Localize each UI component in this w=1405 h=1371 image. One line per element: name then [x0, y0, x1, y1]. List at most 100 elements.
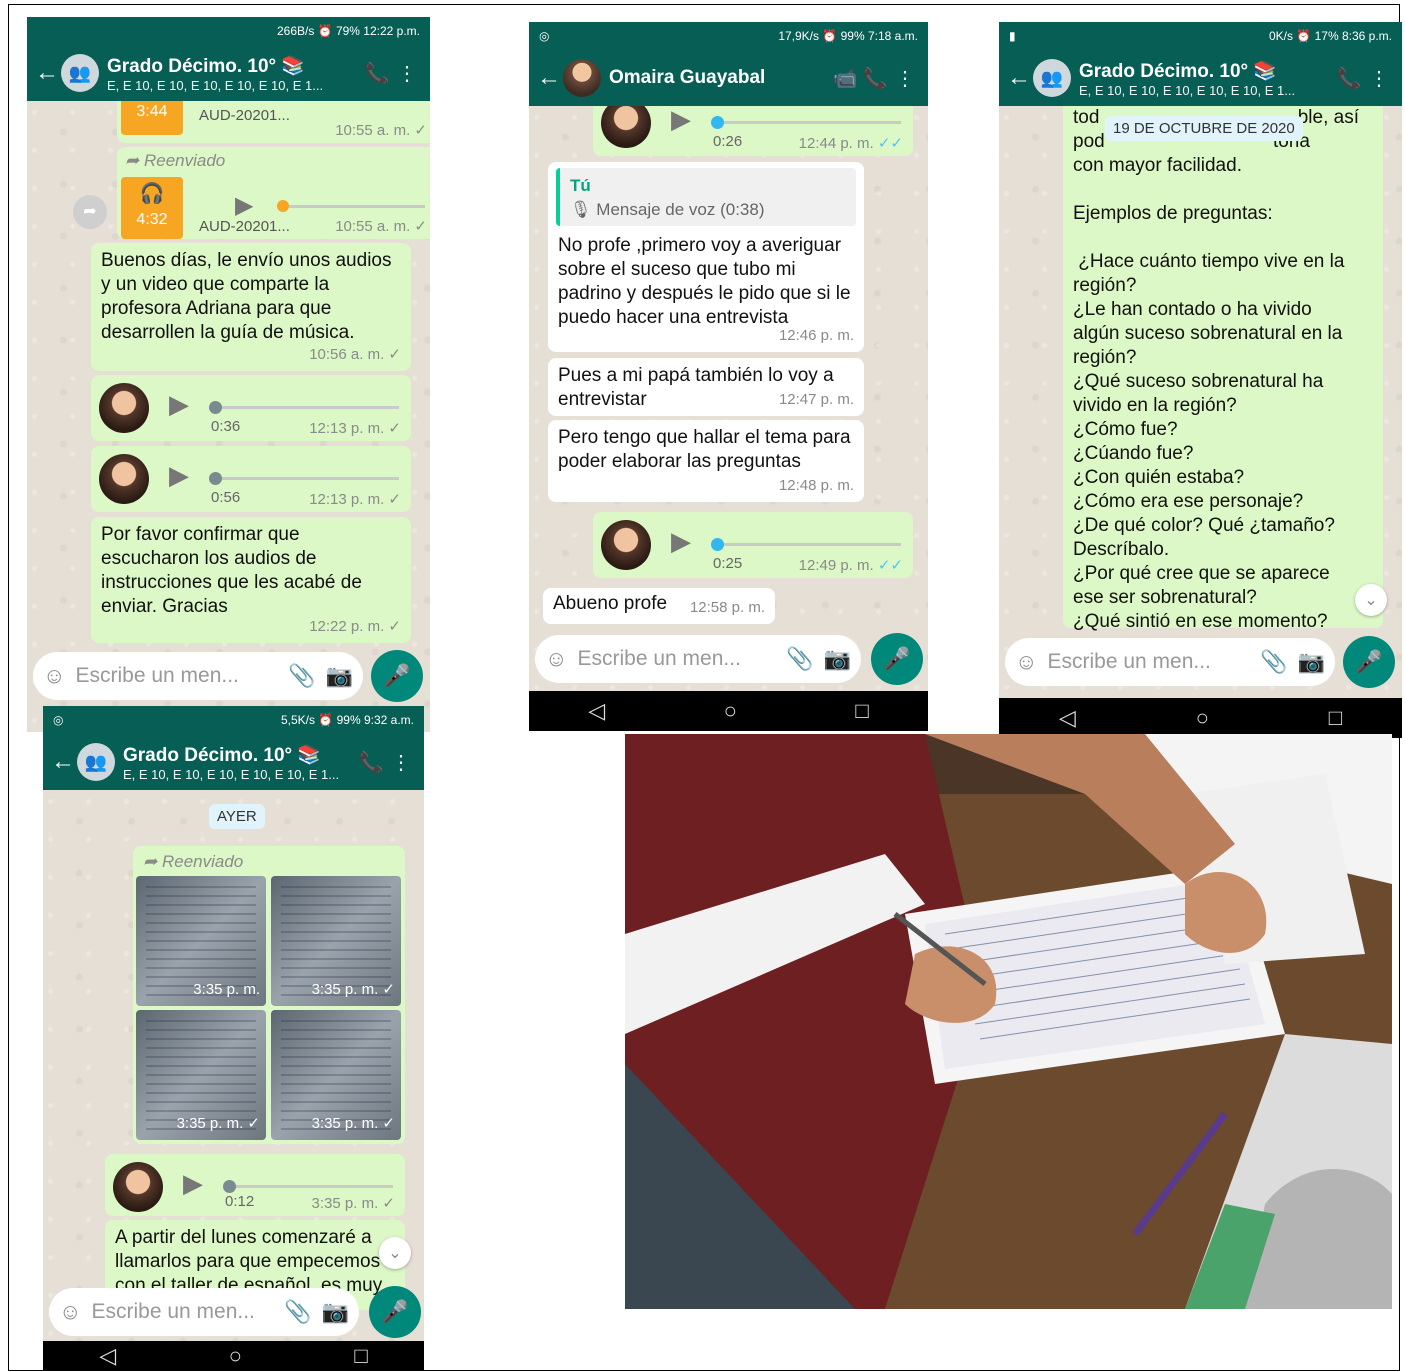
voice-progress-dot[interactable]	[223, 1180, 236, 1193]
voice-message[interactable]: ▶ 0:25 12:49 p. m. ✓✓	[593, 512, 913, 578]
audio-progress-track[interactable]	[289, 205, 425, 208]
chat-area[interactable]: AYER ➦ Reenviado 3:35 p. m. 3:35 p. m. ✓…	[43, 790, 424, 1341]
chat-title[interactable]: Omaira Guayabal	[609, 67, 830, 89]
back-arrow-icon[interactable]: ←	[35, 59, 59, 87]
nav-home-icon[interactable]: ○	[229, 1343, 242, 1369]
emoji-icon[interactable]: ☺	[545, 646, 567, 672]
back-arrow-icon[interactable]: ←	[1007, 64, 1031, 92]
chat-subtitle[interactable]: E, E 10, E 10, E 10, E 10, E 10, E 1...	[1079, 83, 1334, 98]
add-call-icon[interactable]: 📞	[1334, 66, 1364, 91]
chat-area[interactable]: ▶ 0:26 12:44 p. m. ✓✓ Tú 🎙 Mensaje de vo…	[529, 106, 928, 693]
voice-progress-track[interactable]	[225, 1185, 393, 1188]
play-icon[interactable]: ▶	[169, 389, 189, 420]
chat-header[interactable]: ← 👥 Grado Décimo. 10° 📚 E, E 10, E 10, E…	[999, 50, 1402, 106]
emoji-icon[interactable]: ☺	[43, 663, 65, 689]
photo-thumbnail[interactable]: 3:35 p. m. ✓	[271, 876, 401, 1006]
more-options-icon[interactable]: ⋮	[890, 66, 920, 91]
nav-home-icon[interactable]: ○	[724, 698, 737, 724]
photo-thumbnail[interactable]: 3:35 p. m. ✓	[271, 1010, 401, 1140]
scroll-down-icon[interactable]: ⌄	[379, 1237, 411, 1269]
back-arrow-icon[interactable]: ←	[51, 748, 75, 776]
voice-progress-dot[interactable]	[209, 401, 222, 414]
text-message[interactable]: Pues a mi papá también lo voy a entrevis…	[548, 358, 864, 416]
chat-title[interactable]: Grado Décimo. 10° 📚	[1079, 59, 1334, 83]
voice-call-icon[interactable]: 📞	[860, 66, 890, 91]
message-input-bar[interactable]: ☺ Escribe un men... 📎 📷	[1005, 638, 1335, 686]
attach-icon[interactable]: 📎	[284, 1299, 311, 1325]
nav-recents-icon[interactable]: □	[1329, 705, 1342, 731]
audio-progress-dot[interactable]	[277, 200, 289, 212]
text-message[interactable]: Abueno profe 12:58 p. m.	[543, 588, 775, 624]
more-options-icon[interactable]: ⋮	[392, 61, 422, 86]
chat-title[interactable]: Grado Décimo. 10° 📚	[123, 743, 356, 767]
play-icon[interactable]: ▶	[671, 106, 691, 135]
forwarded-audio-file-message[interactable]: ➦ Reenviado 🎧 4:32 ▶ AUD-20201... 10:55 a…	[117, 147, 430, 239]
nav-back-icon[interactable]: ◁	[588, 698, 605, 724]
back-arrow-icon[interactable]: ←	[537, 64, 561, 92]
message-input-bar[interactable]: ☺ Escribe un men... 📎 📷	[535, 635, 861, 683]
play-icon[interactable]: ▶	[235, 191, 253, 220]
camera-icon[interactable]: 📷	[322, 1299, 349, 1325]
photo-thumbnail[interactable]: 3:35 p. m.	[136, 876, 266, 1006]
photo-thumbnail[interactable]: 3:35 p. m. ✓	[136, 1010, 266, 1140]
chat-area[interactable]: tod ble, así pod toria con mayor facilidad…	[999, 106, 1402, 698]
mic-button[interactable]: 🎤	[1343, 636, 1395, 688]
nav-back-icon[interactable]: ◁	[99, 1343, 116, 1369]
scroll-down-icon[interactable]: ⌄	[1355, 584, 1387, 616]
voice-progress-dot[interactable]	[209, 472, 222, 485]
message-input[interactable]: Escribe un men...	[1047, 650, 1250, 674]
group-avatar-icon[interactable]: 👥	[77, 743, 115, 781]
add-call-icon[interactable]: 📞	[356, 750, 386, 775]
voice-message[interactable]: ▶ 0:36 12:13 p. m. ✓	[91, 375, 411, 441]
mic-button[interactable]: 🎤	[371, 650, 423, 702]
nav-recents-icon[interactable]: □	[354, 1343, 367, 1369]
voice-progress-track[interactable]	[713, 543, 901, 546]
message-input[interactable]: Escribe un men...	[577, 647, 776, 671]
emoji-icon[interactable]: ☺	[1015, 649, 1037, 675]
voice-message[interactable]: ▶ 0:26 12:44 p. m. ✓✓	[593, 106, 913, 156]
chat-header[interactable]: ← 👥 Grado Décimo. 10° 📚 E, E 10, E 10, E…	[27, 45, 430, 101]
chat-header[interactable]: ← Omaira Guayabal 📹 📞 ⋮	[529, 50, 928, 106]
reply-message[interactable]: Tú 🎙 Mensaje de voz (0:38) No profe ,pri…	[548, 162, 864, 352]
nav-home-icon[interactable]: ○	[1196, 705, 1209, 731]
text-message[interactable]: Por favor confirmar que escucharon los a…	[91, 517, 411, 643]
forward-share-icon[interactable]: ➦	[73, 195, 107, 229]
attach-icon[interactable]: 📎	[1260, 649, 1287, 675]
play-icon[interactable]: ▶	[183, 1168, 203, 1199]
video-call-icon[interactable]: 📹	[830, 66, 860, 91]
text-message[interactable]: Buenos días, le envío unos audios y un v…	[91, 243, 411, 371]
audio-file-message[interactable]: 3:44 AUD-20201... 10:55 a. m. ✓	[117, 101, 430, 143]
text-message[interactable]: Pero tengo que hallar el tema para poder…	[548, 420, 864, 502]
group-avatar-icon[interactable]: 👥	[61, 54, 99, 92]
message-input[interactable]: Escribe un men...	[75, 664, 278, 688]
camera-icon[interactable]: 📷	[1298, 649, 1325, 675]
message-input-bar[interactable]: ☺ Escribe un men... 📎 📷	[33, 652, 363, 700]
emoji-icon[interactable]: ☺	[59, 1299, 81, 1325]
voice-progress-dot[interactable]	[711, 116, 724, 129]
group-avatar-icon[interactable]: 👥	[1033, 59, 1071, 97]
nav-back-icon[interactable]: ◁	[1059, 705, 1076, 731]
more-options-icon[interactable]: ⋮	[386, 750, 416, 775]
mic-button[interactable]: 🎤	[369, 1286, 421, 1338]
voice-progress-dot[interactable]	[711, 538, 724, 551]
attach-icon[interactable]: 📎	[786, 646, 813, 672]
text-message[interactable]: tod ble, así pod toria con mayor facilidad…	[1063, 106, 1383, 632]
quoted-message[interactable]: Tú 🎙 Mensaje de voz (0:38)	[556, 168, 856, 226]
chat-subtitle[interactable]: E, E 10, E 10, E 10, E 10, E 10, E 1...	[107, 78, 362, 93]
chat-title[interactable]: Grado Décimo. 10° 📚	[107, 54, 362, 78]
chat-header[interactable]: ← 👥 Grado Décimo. 10° 📚 E, E 10, E 10, E…	[43, 734, 424, 790]
forwarded-photo-album[interactable]: ➦ Reenviado 3:35 p. m. 3:35 p. m. ✓ 3:35…	[133, 846, 405, 1144]
chat-area[interactable]: 3:44 AUD-20201... 10:55 a. m. ✓ ➦ Reenvi…	[27, 101, 430, 732]
add-call-icon[interactable]: 📞	[362, 61, 392, 86]
message-input-bar[interactable]: ☺ Escribe un men... 📎 📷	[49, 1288, 359, 1336]
voice-progress-track[interactable]	[713, 121, 901, 124]
voice-progress-track[interactable]	[211, 477, 399, 480]
nav-recents-icon[interactable]: □	[855, 698, 868, 724]
attach-icon[interactable]: 📎	[288, 663, 315, 689]
voice-message[interactable]: ▶ 0:56 12:13 p. m. ✓	[91, 446, 411, 512]
mic-button[interactable]: 🎤	[871, 633, 923, 685]
camera-icon[interactable]: 📷	[824, 646, 851, 672]
message-input[interactable]: Escribe un men...	[91, 1300, 274, 1324]
chat-subtitle[interactable]: E, E 10, E 10, E 10, E 10, E 10, E 1...	[123, 767, 356, 782]
voice-message[interactable]: ▶ 0:12 3:35 p. m. ✓	[105, 1154, 405, 1216]
